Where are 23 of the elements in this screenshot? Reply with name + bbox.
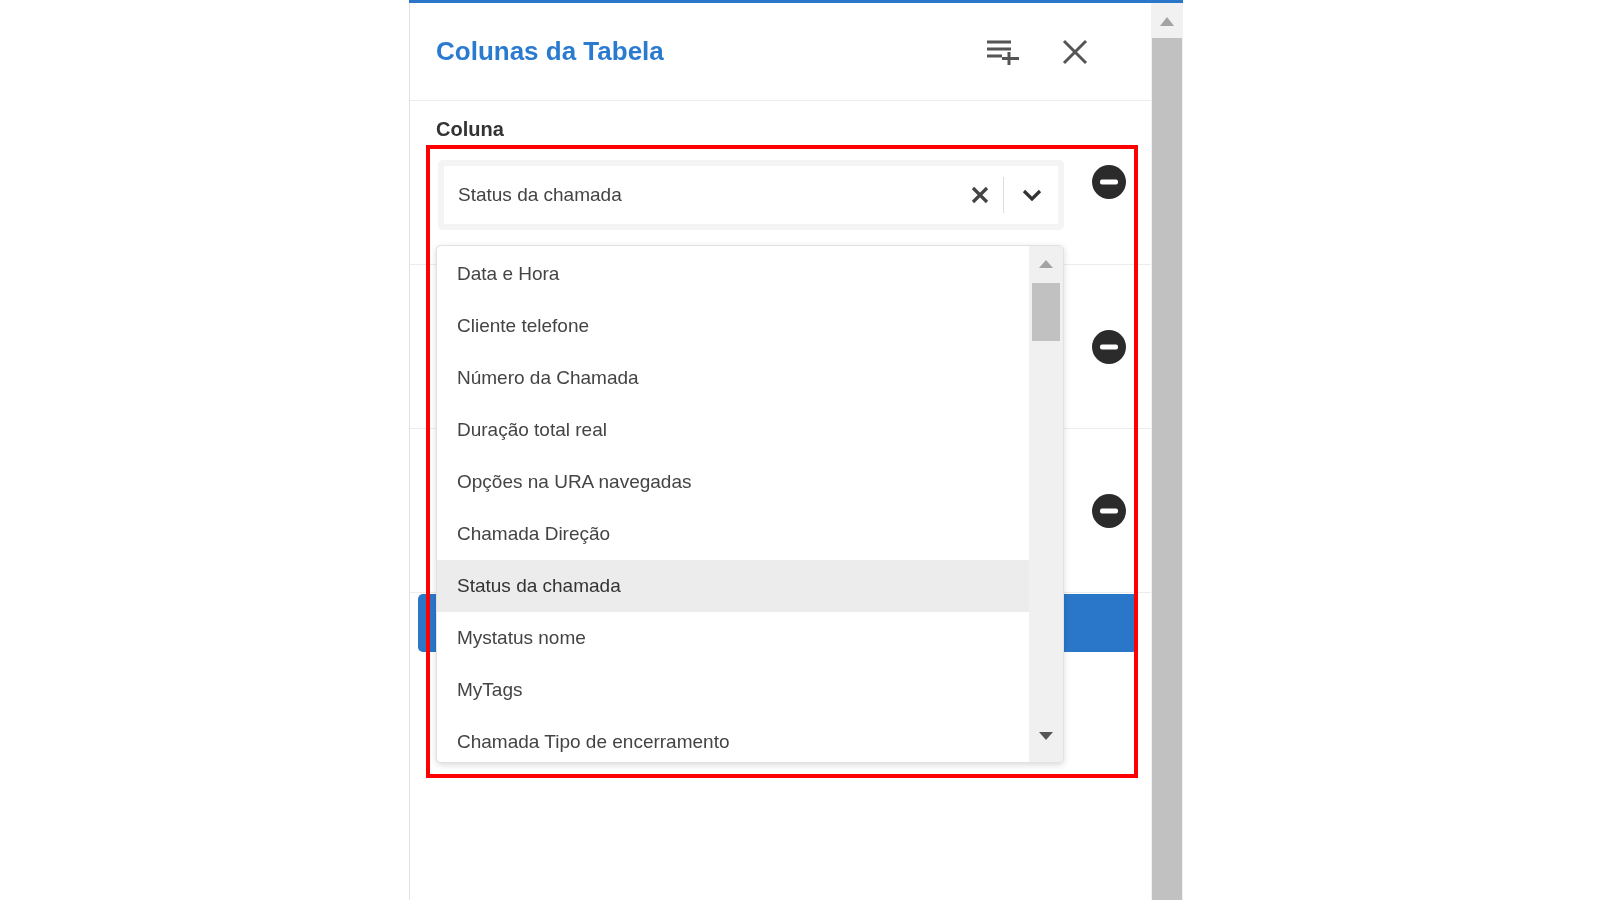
scrollbar-thumb[interactable] — [1032, 283, 1060, 341]
dropdown-option[interactable]: Chamada Tipo de encerramento — [437, 716, 1029, 762]
close-icon — [1062, 38, 1088, 65]
dropdown-option[interactable]: Mystatus nome — [437, 612, 1029, 664]
dropdown-option[interactable]: Status da chamada — [437, 560, 1029, 612]
scrollbar[interactable] — [1029, 246, 1063, 762]
dropdown-option[interactable]: Duração total real — [437, 404, 1029, 456]
dropdown-option[interactable]: Cliente telefone — [437, 300, 1029, 352]
scroll-down-icon[interactable] — [1039, 732, 1053, 740]
dropdown-option[interactable]: Chamada Direção — [437, 508, 1029, 560]
column-select[interactable]: Status da chamada — [438, 160, 1064, 230]
dropdown-option[interactable]: Opções na URA navegadas — [437, 456, 1029, 508]
panel-title: Colunas da Tabela — [436, 36, 665, 67]
remove-icon[interactable] — [1092, 493, 1126, 528]
chevron-down-icon[interactable] — [1022, 189, 1042, 201]
clear-icon[interactable] — [971, 186, 989, 204]
remove-icon[interactable] — [1092, 329, 1126, 364]
dropdown-option[interactable]: Número da Chamada — [437, 352, 1029, 404]
remove-icon[interactable] — [1092, 165, 1126, 199]
dropdown-option[interactable]: Data e Hora — [437, 248, 1029, 300]
select-value: Status da chamada — [457, 184, 623, 206]
dropdown-option[interactable]: MyTags — [437, 664, 1029, 716]
field-label: Coluna — [436, 118, 505, 142]
